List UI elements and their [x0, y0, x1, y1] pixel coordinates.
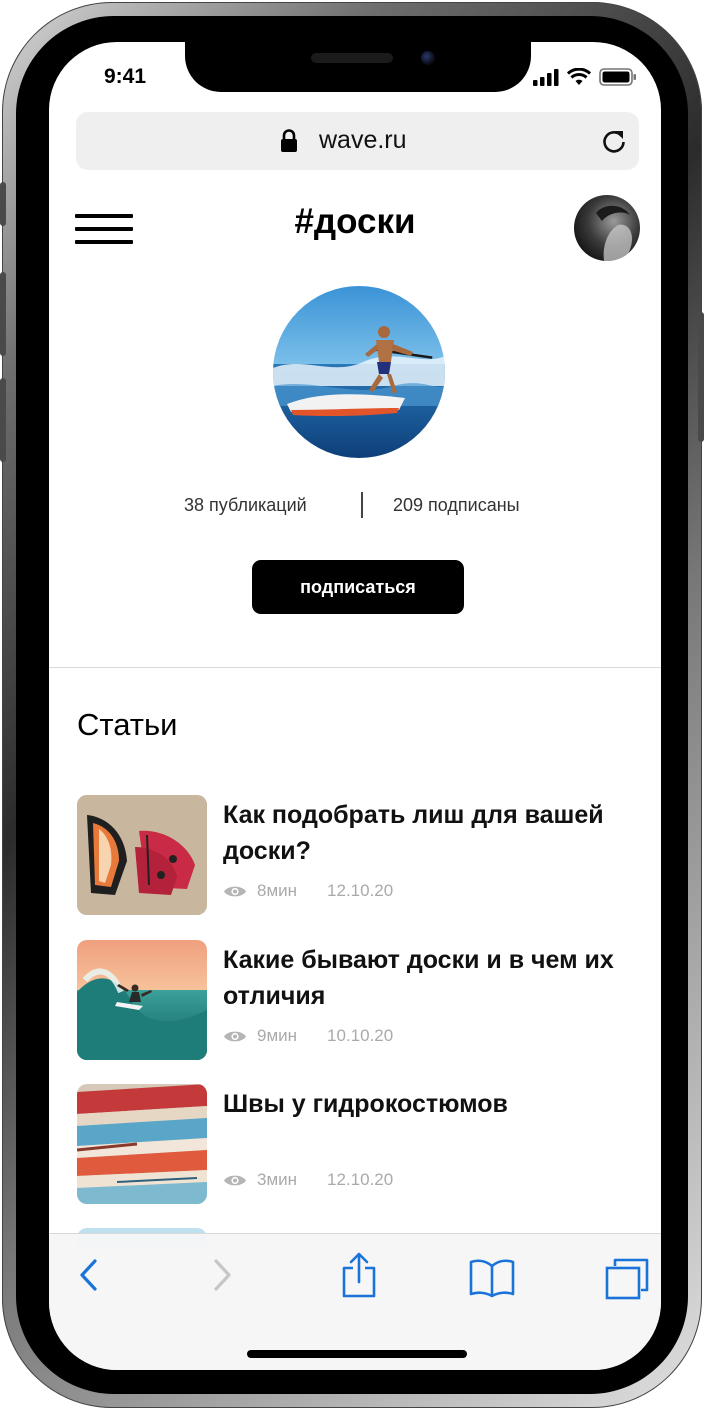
share-icon[interactable]	[342, 1252, 376, 1298]
article-item[interactable]: Как подобрать лиш для вашей доски? 8мин …	[77, 795, 637, 915]
article-read-time: 8мин	[257, 881, 298, 900]
speaker	[311, 53, 393, 63]
article-meta: 8мин 12.10.20	[223, 881, 393, 901]
user-avatar[interactable]	[574, 195, 640, 261]
article-item[interactable]: Какие бывают доски и в чем их отличия 9м…	[77, 940, 637, 1060]
article-date: 12.10.20	[327, 881, 394, 900]
eye-icon	[224, 1031, 246, 1041]
address-bar[interactable]: wave.ru	[76, 112, 639, 170]
article-read-time: 9мин	[257, 1026, 298, 1045]
article-meta: 3мин 12.10.20	[223, 1170, 393, 1190]
status-icons	[533, 68, 637, 86]
eye-icon	[224, 886, 246, 896]
article-thumbnail	[77, 795, 207, 915]
article-item[interactable]: Швы у гидрокостюмов 3мин 12.10.20	[77, 1084, 637, 1204]
bookmarks-icon[interactable]	[469, 1258, 515, 1298]
phone-frame: 9:41 wave.ru #доски 38 публикаций 209 по…	[0, 2, 704, 1408]
article-thumbnail	[77, 1084, 207, 1204]
back-icon[interactable]	[77, 1258, 99, 1292]
tabs-icon[interactable]	[605, 1258, 649, 1300]
camera	[421, 51, 435, 65]
notch	[185, 42, 531, 92]
reload-icon[interactable]	[601, 128, 627, 154]
lock-icon	[281, 129, 297, 152]
article-title[interactable]: Какие бывают доски и в чем их отличия	[223, 942, 643, 1014]
article-read-time: 3мин	[257, 1170, 298, 1189]
article-date: 10.10.20	[327, 1026, 394, 1045]
mute-switch	[0, 182, 6, 226]
url-text: wave.ru	[319, 126, 407, 154]
subscribe-button[interactable]: подписаться	[252, 560, 464, 614]
page-title: #доски	[294, 202, 416, 241]
divider	[49, 667, 661, 668]
wifi-icon	[567, 68, 591, 85]
volume-down-button	[0, 378, 6, 462]
article-date: 12.10.20	[327, 1170, 394, 1189]
article-thumbnail	[77, 940, 207, 1060]
home-indicator	[247, 1350, 467, 1358]
article-meta: 9мин 10.10.20	[223, 1026, 393, 1046]
battery-icon	[599, 68, 636, 86]
stats-divider	[361, 492, 363, 518]
publications-count: 38 публикаций	[184, 495, 307, 515]
forward-icon[interactable]	[212, 1258, 234, 1292]
screen: 9:41 wave.ru #доски 38 публикаций 209 по…	[49, 42, 661, 1370]
profile-stats: 38 публикаций 209 подписаны	[49, 492, 661, 522]
status-time: 9:41	[104, 65, 147, 88]
subscribers-count: 209 подписаны	[393, 495, 520, 515]
profile-image	[273, 286, 445, 458]
section-title-articles: Статьи	[77, 707, 178, 742]
article-title[interactable]: Как подобрать лиш для вашей доски?	[223, 797, 643, 869]
eye-icon	[224, 1175, 246, 1185]
power-button	[698, 312, 704, 442]
article-title[interactable]: Швы у гидрокостюмов	[223, 1086, 643, 1122]
volume-up-button	[0, 272, 6, 356]
signal-icon	[533, 68, 559, 86]
